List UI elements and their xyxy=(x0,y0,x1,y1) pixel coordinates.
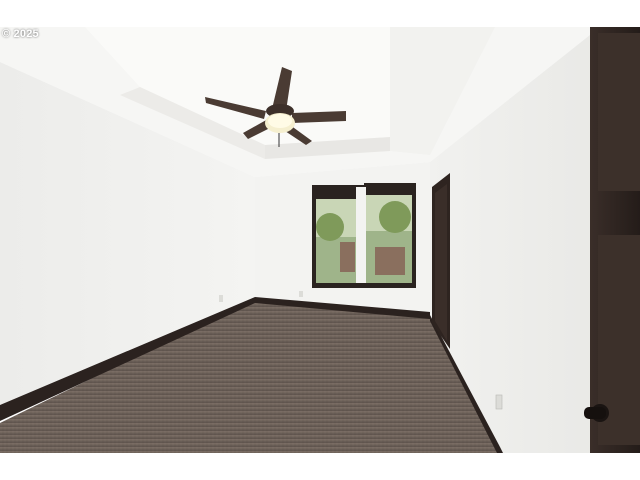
bedroom-door xyxy=(584,27,640,453)
closet-door xyxy=(432,173,450,349)
wall-outlet xyxy=(219,295,223,302)
wall-outlet xyxy=(495,394,503,410)
room-interior-illustration xyxy=(0,27,640,453)
window xyxy=(312,183,416,288)
room-photo xyxy=(0,27,640,453)
copyright-watermark: © 2025 xyxy=(2,28,39,40)
wall-outlet xyxy=(299,291,303,297)
